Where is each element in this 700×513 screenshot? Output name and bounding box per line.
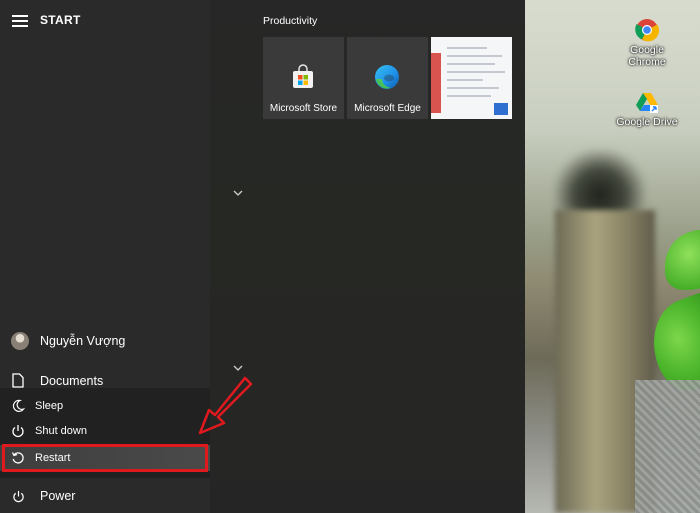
power-icon xyxy=(13,490,24,502)
restart-highlight-annotation xyxy=(2,444,208,472)
chevron-down-icon[interactable] xyxy=(233,189,243,197)
tile-group-label[interactable]: Productivity xyxy=(263,15,317,27)
drive-icon xyxy=(636,93,658,113)
start-title: START xyxy=(40,13,81,27)
shut-down-label: Shut down xyxy=(35,425,87,437)
tile-label: Microsoft Edge xyxy=(354,103,421,114)
power-icon xyxy=(12,425,24,438)
power-button[interactable]: Power xyxy=(12,489,75,503)
moon-icon xyxy=(12,399,25,412)
chrome-icon xyxy=(635,19,659,42)
desktop-icon-drive[interactable]: Google Drive xyxy=(612,90,682,128)
sleep-option[interactable]: Sleep xyxy=(0,393,210,419)
wallpaper-leaf xyxy=(665,230,700,290)
user-name: Nguyễn Vượng xyxy=(40,334,126,348)
tile-label: Microsoft Store xyxy=(269,103,338,114)
tile-microsoft-edge[interactable]: Microsoft Edge xyxy=(347,37,428,119)
hamburger-menu-icon[interactable] xyxy=(12,15,28,27)
edge-icon xyxy=(375,65,399,89)
tile-microsoft-store[interactable]: Microsoft Store xyxy=(263,37,344,119)
sleep-label: Sleep xyxy=(35,400,64,412)
desktop-wallpaper xyxy=(525,0,700,513)
image-thumbnail-icon xyxy=(494,103,508,115)
documents-label: Documents xyxy=(40,373,104,388)
desktop-icon-chrome[interactable]: Google Chrome xyxy=(612,18,682,68)
avatar xyxy=(11,332,29,350)
tile-document-preview[interactable] xyxy=(431,37,512,119)
user-account-button[interactable]: Nguyễn Vượng xyxy=(11,332,125,350)
store-icon xyxy=(293,64,313,88)
desktop-icon-label: Google Drive xyxy=(616,116,678,128)
desktop-icon-label: Google Chrome xyxy=(628,44,666,68)
shut-down-option[interactable]: Shut down xyxy=(0,418,210,444)
documents-button[interactable]: Documents xyxy=(12,373,103,388)
document-preview-icon xyxy=(431,53,441,113)
wallpaper-stone xyxy=(635,380,700,513)
document-icon xyxy=(12,373,24,388)
annotation-arrow-icon xyxy=(198,376,253,435)
power-label: Power xyxy=(40,489,76,503)
chevron-down-icon[interactable] xyxy=(233,364,243,372)
